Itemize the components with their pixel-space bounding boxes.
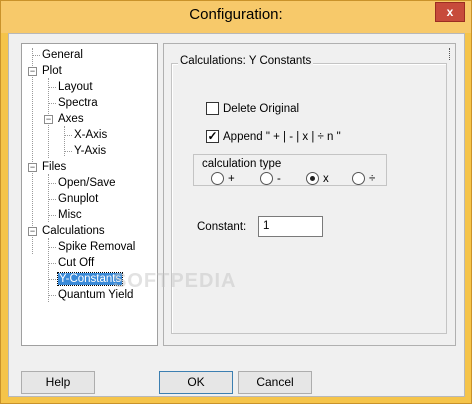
- tree-item-x-axis[interactable]: X-Axis: [74, 128, 107, 143]
- tree-item-gnuplot[interactable]: Gnuplot: [58, 192, 98, 207]
- group-title: Calculations: Y Constants: [178, 55, 314, 67]
- tree-item-files[interactable]: Files: [42, 160, 66, 175]
- tree-item-calculations[interactable]: Calculations: [42, 224, 105, 239]
- tree-connector: [64, 151, 72, 152]
- constant-input[interactable]: 1: [258, 216, 323, 237]
- calculation-type-title: calculation type: [201, 158, 283, 170]
- delete-original-checkbox[interactable]: [206, 102, 219, 115]
- tree-item-y-axis[interactable]: Y-Axis: [74, 144, 106, 159]
- tree-connector: [48, 247, 56, 248]
- collapse-icon[interactable]: −: [28, 227, 37, 236]
- watermark: SOFTPEDIA: [113, 270, 237, 292]
- cancel-button[interactable]: Cancel: [238, 371, 312, 394]
- tree-connector: [48, 103, 56, 104]
- tree-item-cut-off[interactable]: Cut Off: [58, 256, 94, 271]
- collapse-icon[interactable]: −: [28, 163, 37, 172]
- tree-connector: [48, 215, 56, 216]
- tree-item-axes[interactable]: Axes: [58, 112, 84, 127]
- radio-plus-label[interactable]: +: [228, 173, 235, 185]
- tree-item-spike-removal[interactable]: Spike Removal: [58, 240, 135, 255]
- help-button[interactable]: Help: [21, 371, 95, 394]
- tree-connector: [48, 295, 56, 296]
- window-title: Configuration:: [189, 6, 283, 23]
- tree-item-plot[interactable]: Plot: [42, 64, 62, 79]
- settings-tree[interactable]: General − Plot Layout Spectra − Axes X-A…: [21, 43, 158, 346]
- close-icon: x: [446, 5, 454, 19]
- radio-plus[interactable]: [211, 172, 224, 185]
- tree-connector: [48, 199, 56, 200]
- append-label[interactable]: Append " + | - | x | ÷ n ": [223, 131, 341, 143]
- append-checkbox[interactable]: ✓: [206, 130, 219, 143]
- radio-multiply[interactable]: [306, 172, 319, 185]
- title-bar[interactable]: Configuration: x: [1, 1, 471, 33]
- configuration-window: Configuration: x General − Plot Layout S…: [0, 0, 472, 404]
- tree-item-open-save[interactable]: Open/Save: [58, 176, 116, 191]
- radio-minus-label[interactable]: -: [277, 173, 281, 185]
- tree-connector: [32, 48, 33, 254]
- tree-connector: [48, 263, 56, 264]
- close-button[interactable]: x: [435, 2, 465, 22]
- tree-connector: [64, 135, 72, 136]
- radio-minus[interactable]: [260, 172, 273, 185]
- settings-panel: Calculations: Y Constants Delete Origina…: [163, 43, 456, 346]
- ok-button[interactable]: OK: [159, 371, 233, 394]
- radio-multiply-label[interactable]: x: [323, 173, 329, 185]
- constant-label: Constant:: [197, 221, 247, 233]
- delete-original-label[interactable]: Delete Original: [223, 103, 299, 115]
- tree-connector: [48, 183, 56, 184]
- check-icon: ✓: [207, 129, 218, 143]
- radio-divide-label[interactable]: ÷: [369, 173, 375, 185]
- tree-item-misc[interactable]: Misc: [58, 208, 82, 223]
- collapse-icon[interactable]: −: [28, 67, 37, 76]
- collapse-icon[interactable]: −: [44, 115, 53, 124]
- tree-item-general[interactable]: General: [42, 48, 83, 63]
- tree-item-layout[interactable]: Layout: [58, 80, 93, 95]
- tree-connector: [32, 55, 40, 56]
- scrollbar[interactable]: [449, 48, 451, 60]
- tree-item-spectra[interactable]: Spectra: [58, 96, 98, 111]
- tree-connector: [48, 87, 56, 88]
- radio-divide[interactable]: [352, 172, 365, 185]
- tree-connector: [48, 279, 56, 280]
- dialog-client-area: General − Plot Layout Spectra − Axes X-A…: [8, 33, 465, 397]
